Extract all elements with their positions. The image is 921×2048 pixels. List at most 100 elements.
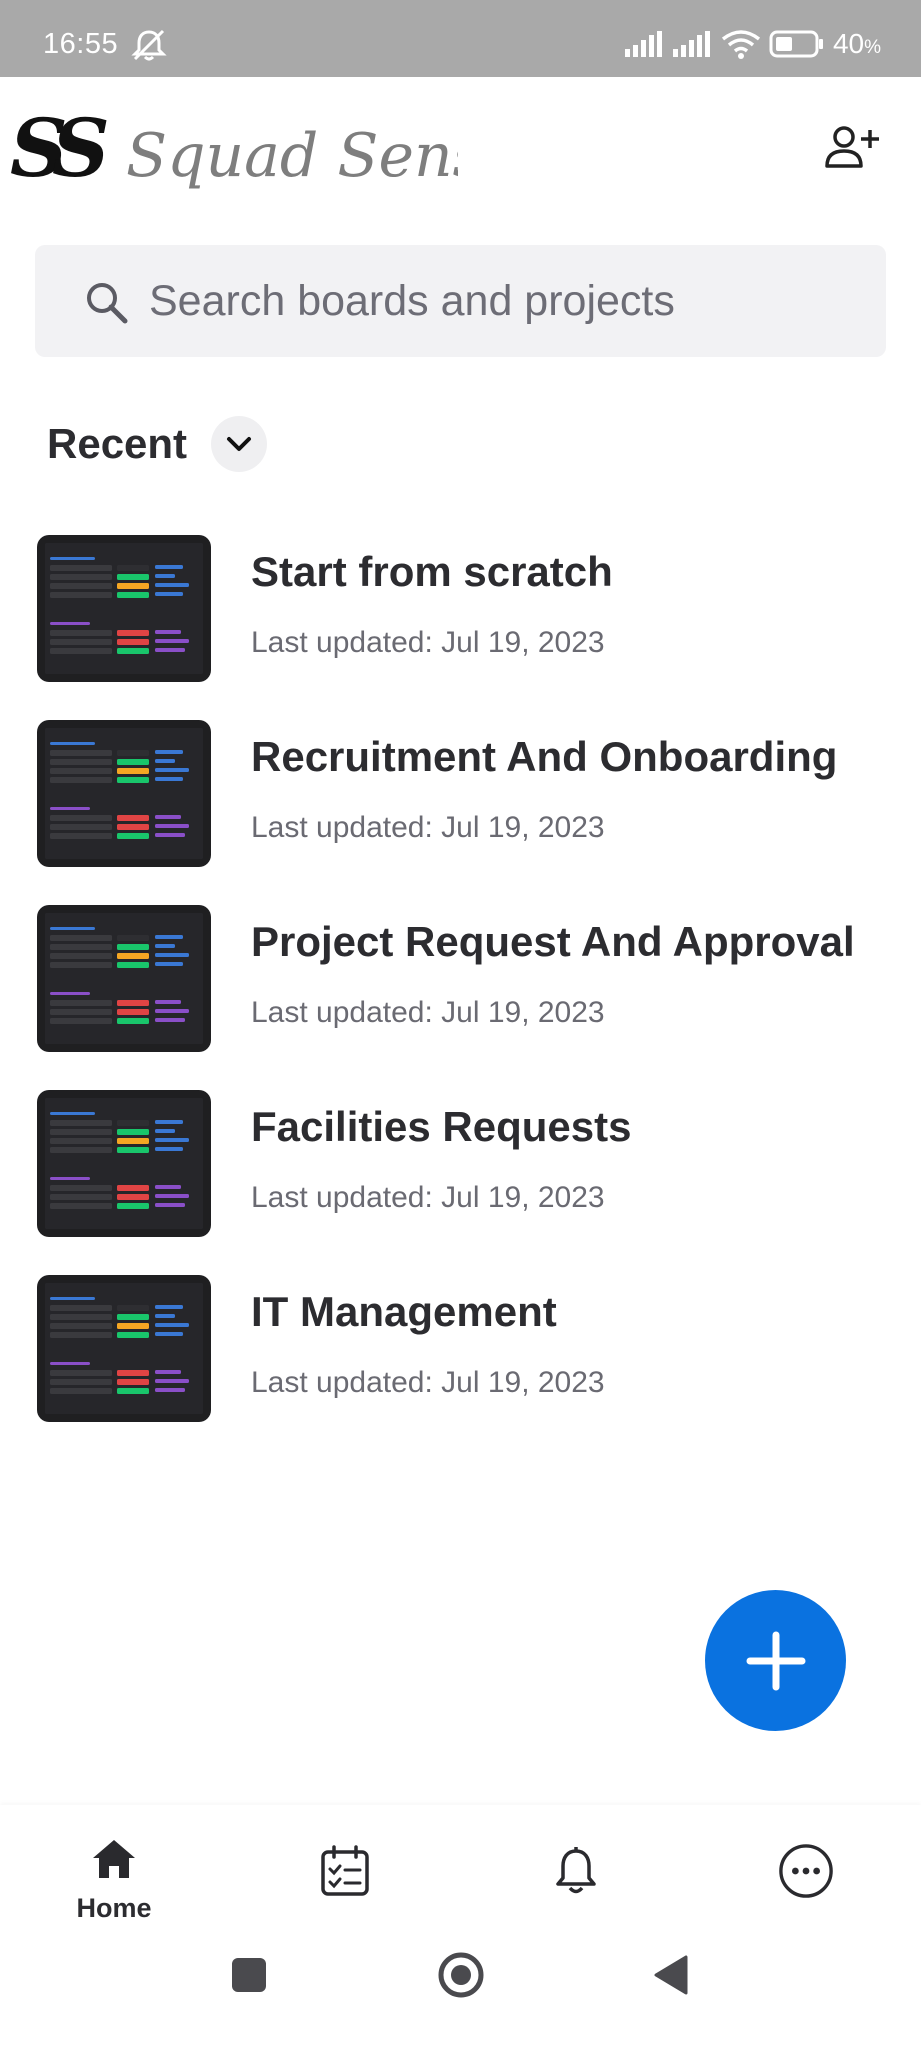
preview-bar [155, 953, 189, 957]
board-title: Recruitment And Onboarding [251, 733, 838, 780]
battery-icon [769, 30, 823, 58]
preview-bar [155, 1138, 189, 1142]
preview-row [50, 1379, 112, 1385]
add-user-icon[interactable] [824, 124, 880, 172]
preview-status-cell [117, 583, 149, 589]
preview-group-header [50, 742, 95, 745]
preview-status-cell [117, 759, 149, 765]
preview-group-header [50, 622, 90, 625]
preview-bar [155, 833, 185, 837]
preview-row [50, 1314, 112, 1320]
plus-icon [746, 1631, 805, 1690]
squad-sense-logo: SS Squad Sense [10, 104, 458, 194]
board-item[interactable]: Start from scratch Last updated: Jul 19,… [0, 530, 921, 690]
preview-row [50, 768, 112, 774]
preview-group-header [50, 1362, 90, 1365]
preview-bar [155, 630, 181, 634]
board-updated: Last updated: Jul 19, 2023 [251, 996, 605, 1029]
preview-status-cell [117, 1323, 149, 1329]
preview-group-header [50, 992, 90, 995]
svg-text:SS: SS [10, 104, 107, 194]
board-preview-graphic [45, 913, 203, 1044]
preview-row [50, 1194, 112, 1200]
board-preview-graphic [45, 1098, 203, 1229]
preview-status-cell [117, 1120, 149, 1126]
bell-icon [556, 1847, 596, 1894]
preview-status-cell [117, 1203, 149, 1209]
preview-row [50, 962, 112, 968]
preview-status-cell [117, 777, 149, 783]
search-bar[interactable] [35, 245, 886, 357]
preview-status-cell [117, 935, 149, 941]
search-input[interactable] [149, 269, 849, 333]
preview-panel [45, 728, 203, 859]
preview-row [50, 630, 112, 636]
preview-group-header [50, 557, 95, 560]
board-item[interactable]: Facilities Requests Last updated: Jul 19… [0, 1085, 921, 1245]
status-bar: 16:55 40% [0, 0, 921, 77]
preview-status-cell [117, 1138, 149, 1144]
preview-bar [155, 815, 181, 819]
recents-button[interactable] [219, 1945, 279, 2005]
board-title: Project Request And Approval [251, 918, 855, 965]
preview-row [50, 759, 112, 765]
preview-status-cell [117, 1388, 149, 1394]
preview-status-cell [117, 1018, 149, 1024]
preview-group-header [50, 1177, 90, 1180]
board-item[interactable]: Project Request And Approval Last update… [0, 900, 921, 1060]
preview-status-cell [117, 1305, 149, 1311]
preview-bar [155, 824, 189, 828]
preview-status-cell [117, 1194, 149, 1200]
preview-bar [155, 759, 175, 763]
recent-label: Recent [47, 420, 188, 467]
preview-status-cell [117, 639, 149, 645]
board-title: Facilities Requests [251, 1103, 632, 1150]
back-button[interactable] [640, 1945, 700, 2005]
preview-status-cell [117, 824, 149, 830]
preview-row [50, 565, 112, 571]
recent-toggle-button[interactable] [211, 416, 268, 472]
add-board-button[interactable] [705, 1590, 846, 1731]
preview-bar [155, 592, 183, 596]
preview-bar [155, 1314, 175, 1318]
preview-group-header [50, 1297, 95, 1300]
board-title: IT Management [251, 1288, 557, 1335]
board-preview-graphic [45, 543, 203, 674]
circle-home-icon [438, 1952, 484, 1998]
status-time: 16:55 [43, 28, 119, 60]
chevron-down-icon [227, 437, 252, 451]
preview-bar [155, 768, 189, 772]
preview-row [50, 777, 112, 783]
preview-bar [155, 1332, 183, 1336]
bottom-nav: Home [0, 1805, 921, 1945]
nav-label-home: Home [76, 1893, 152, 1923]
preview-group-header [50, 807, 90, 810]
board-preview-graphic [45, 1283, 203, 1414]
logo-text: Squad Sense [126, 121, 458, 191]
nav-item-more[interactable] [726, 1805, 886, 1945]
nav-item-tasks[interactable] [265, 1805, 425, 1945]
preview-status-cell [117, 1332, 149, 1338]
preview-row [50, 1138, 112, 1144]
preview-status-cell [117, 648, 149, 654]
preview-bar [155, 935, 183, 939]
preview-panel [45, 1098, 203, 1229]
preview-status-cell [117, 1147, 149, 1153]
board-item[interactable]: IT Management Last updated: Jul 19, 2023 [0, 1270, 921, 1430]
system-nav-bar [0, 1945, 921, 2048]
board-item[interactable]: Recruitment And Onboarding Last updated:… [0, 715, 921, 875]
preview-panel [45, 543, 203, 674]
signal-icon [672, 31, 710, 57]
preview-bar [155, 1370, 181, 1374]
home-system-button[interactable] [431, 1945, 491, 2005]
nav-item-notifications[interactable] [496, 1805, 656, 1945]
preview-row [50, 1000, 112, 1006]
preview-bar [155, 750, 183, 754]
preview-bar [155, 1323, 189, 1327]
preview-status-cell [117, 1314, 149, 1320]
preview-status-cell [117, 1129, 149, 1135]
preview-row [50, 1370, 112, 1376]
nav-item-home[interactable]: Home [34, 1805, 194, 1945]
recent-section-header: Recent [47, 412, 268, 476]
preview-row [50, 1129, 112, 1135]
